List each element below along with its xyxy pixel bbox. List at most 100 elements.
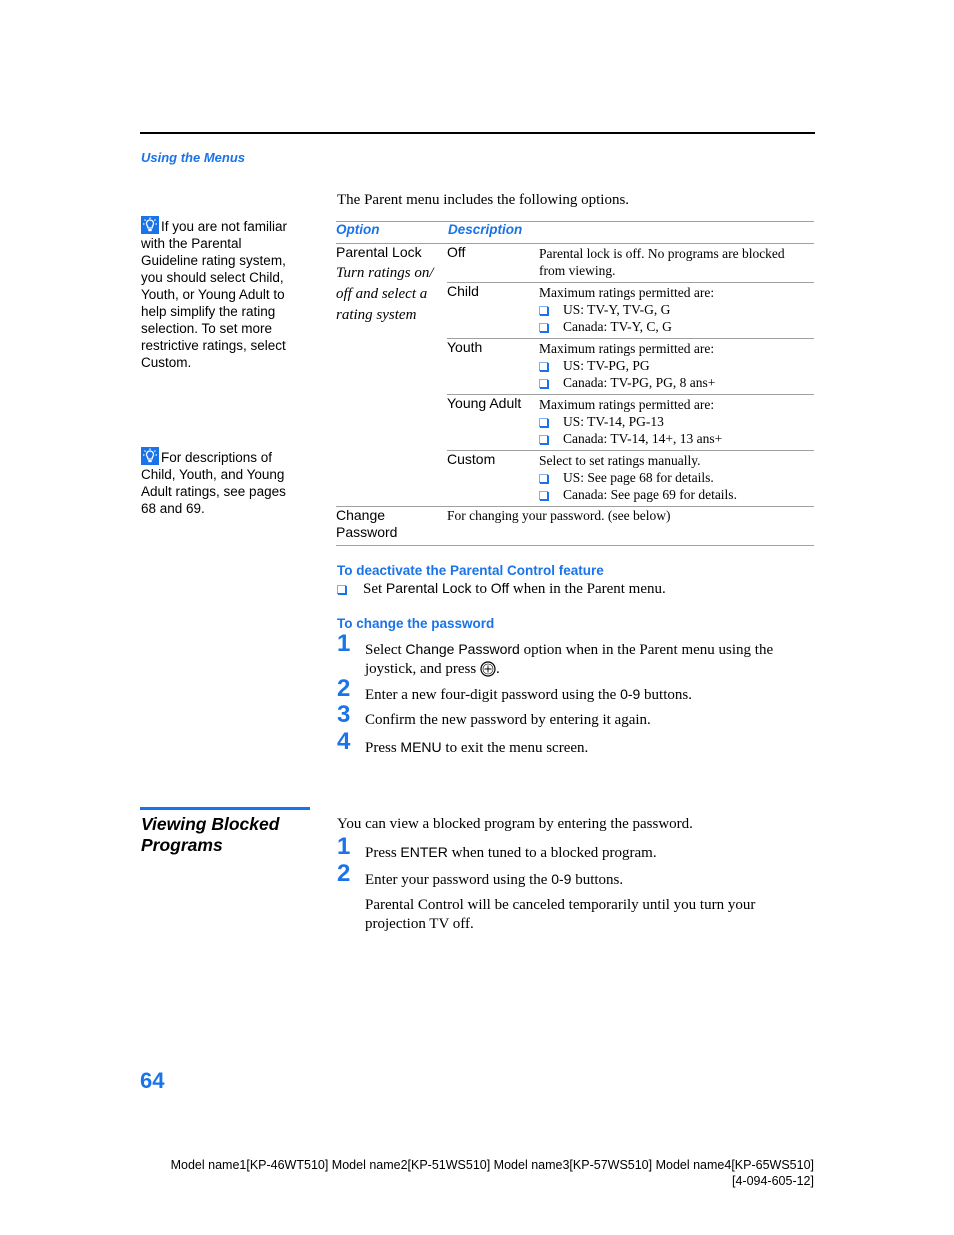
checkbox-bullet-icon (539, 474, 548, 483)
setting-custom-description: Select to set ratings manually. US: See … (539, 452, 809, 503)
setting-young-adult: Young Adult (447, 395, 522, 411)
bullet-text: Canada: TV-14, 14+, 13 ans+ (563, 431, 723, 446)
table-rule (336, 545, 814, 546)
table-rule (447, 282, 814, 283)
bullet-text: US: TV-PG, PG (563, 358, 650, 373)
bullet-item: Canada: TV-14, 14+, 13 ans+ (539, 430, 809, 447)
step-number: 2 (337, 860, 351, 887)
step-number: 1 (337, 833, 351, 860)
tip-text: If you are not familiar with the Parenta… (141, 219, 288, 370)
checkbox-bullet-icon (539, 491, 548, 500)
description-line: Parental lock is off. No programs are bl… (539, 246, 785, 278)
footer-models: Model name1[KP-46WT510] Model name2[KP-5… (171, 1157, 814, 1189)
description-line: Maximum ratings permitted are: (539, 397, 715, 412)
table-rule (447, 450, 814, 451)
viewing-intro: You can view a blocked program by enteri… (337, 816, 693, 832)
setting-child: Child (447, 283, 479, 299)
sidebar-tip: For descriptions of Child, Youth, and Yo… (141, 447, 301, 517)
keyword: 0-9 (551, 871, 572, 887)
description-line: Maximum ratings permitted are: (539, 341, 715, 356)
text: when tuned to a blocked program. (447, 845, 657, 861)
text: Confirm the new password by entering it … (365, 712, 651, 728)
keyword: Parental Lock (385, 580, 472, 596)
section-label: Using the Menus (141, 150, 246, 165)
text: Enter your password using the (365, 872, 552, 888)
checkbox-bullet-icon (539, 418, 548, 427)
text: Press (365, 845, 401, 861)
bullet-text: US: See page 68 for details. (563, 470, 714, 485)
bullet-text: US: TV-14, PG-13 (563, 414, 664, 429)
keyword: Off (490, 580, 510, 596)
setting-off: Off (447, 244, 466, 260)
deactivate-bullet: Set Parental Lock to Off when in the Par… (337, 580, 666, 598)
model-names: Model name1[KP-46WT510] Model name2[KP-5… (170, 1158, 814, 1172)
description-line: Select to set ratings manually. (539, 453, 701, 468)
step-number: 1 (337, 630, 351, 657)
column-header-option: Option (336, 222, 380, 237)
intro-text: The Parent menu includes the following o… (337, 192, 630, 208)
setting-youth: Youth (447, 339, 483, 355)
bullet-text: Canada: See page 69 for details. (563, 487, 737, 502)
option-parental-lock-note: Turn ratings on/ off and select a rating… (336, 265, 434, 323)
keyword: MENU (400, 739, 442, 755)
option-label: Change (336, 507, 386, 523)
option-parental-lock: Parental Lock (336, 244, 422, 260)
bullet-item: US: TV-Y, TV-G, G (539, 301, 809, 318)
tip-text: For descriptions of Child, Youth, and Yo… (141, 450, 286, 516)
bullet-item: US: TV-14, PG-13 (539, 413, 809, 430)
text: Enter a new four-digit password using th… (365, 687, 621, 703)
step-item: 4 Press MENU to exit the menu screen. (337, 730, 787, 758)
bullet-item: Canada: TV-PG, PG, 8 ans+ (539, 374, 809, 391)
section-heading: Viewing Blocked Programs (141, 814, 280, 855)
table-rule (447, 338, 814, 339)
setting-child-description: Maximum ratings permitted are: US: TV-Y,… (539, 284, 809, 335)
option-label: Password (336, 524, 398, 540)
section-rule (140, 807, 310, 810)
text: . (495, 661, 500, 677)
text: buttons. (640, 687, 692, 703)
sidebar-tip: If you are not familiar with the Parenta… (141, 216, 301, 371)
step-item: 1 Select Change Password option when in … (337, 632, 787, 679)
table-rule (336, 506, 814, 507)
step-item: 2 Enter your password using the 0-9 butt… (337, 862, 787, 890)
setting-youth-description: Maximum ratings permitted are: US: TV-PG… (539, 340, 809, 391)
bullet-text: Canada: TV-PG, PG, 8 ans+ (563, 375, 716, 390)
text: Press (365, 740, 401, 756)
deactivate-heading: To deactivate the Parental Control featu… (337, 563, 604, 578)
text: Set (363, 581, 386, 597)
step-item: 1 Press ENTER when tuned to a blocked pr… (337, 835, 787, 863)
bullet-item: Canada: TV-Y, C, G (539, 318, 809, 335)
keyword: Change Password (405, 641, 520, 657)
lightbulb-tip-icon (141, 216, 159, 234)
table-rule (336, 221, 814, 222)
change-password-description: For changing your password. (see below) (447, 508, 671, 523)
checkbox-bullet-icon (539, 362, 548, 371)
keyword: ENTER (400, 844, 448, 860)
bullet-text: US: TV-Y, TV-G, G (563, 302, 671, 317)
checkbox-bullet-icon (539, 306, 548, 315)
text: when in the Parent menu. (509, 581, 666, 597)
step-item: 2 Enter a new four-digit password using … (337, 677, 787, 705)
text: to (471, 581, 491, 597)
option-change-password: Change Password (336, 507, 397, 541)
checkbox-bullet-icon (337, 585, 346, 594)
step-number: 4 (337, 728, 351, 755)
page-number: 64 (140, 1068, 165, 1093)
text: buttons. (571, 872, 624, 888)
bullet-item: Canada: See page 69 for details. (539, 486, 809, 503)
step-number: 2 (337, 675, 351, 702)
bullet-item: US: See page 68 for details. (539, 469, 809, 486)
part-number: [4-094-605-12] (731, 1174, 814, 1188)
bullet-item: US: TV-PG, PG (539, 357, 809, 374)
text: to exit the menu screen. (441, 740, 589, 756)
header-rule (140, 132, 815, 134)
checkbox-bullet-icon (539, 435, 548, 444)
checkbox-bullet-icon (539, 379, 548, 388)
text: Select (365, 642, 406, 658)
bullet-text: Canada: TV-Y, C, G (563, 319, 672, 334)
checkbox-bullet-icon (539, 323, 548, 332)
setting-young-adult-description: Maximum ratings permitted are: US: TV-14… (539, 396, 809, 447)
description-line: Maximum ratings permitted are: (539, 285, 715, 300)
setting-off-description: Parental lock is off. No programs are bl… (539, 245, 809, 279)
viewing-note: Parental Control will be canceled tempor… (365, 897, 756, 932)
